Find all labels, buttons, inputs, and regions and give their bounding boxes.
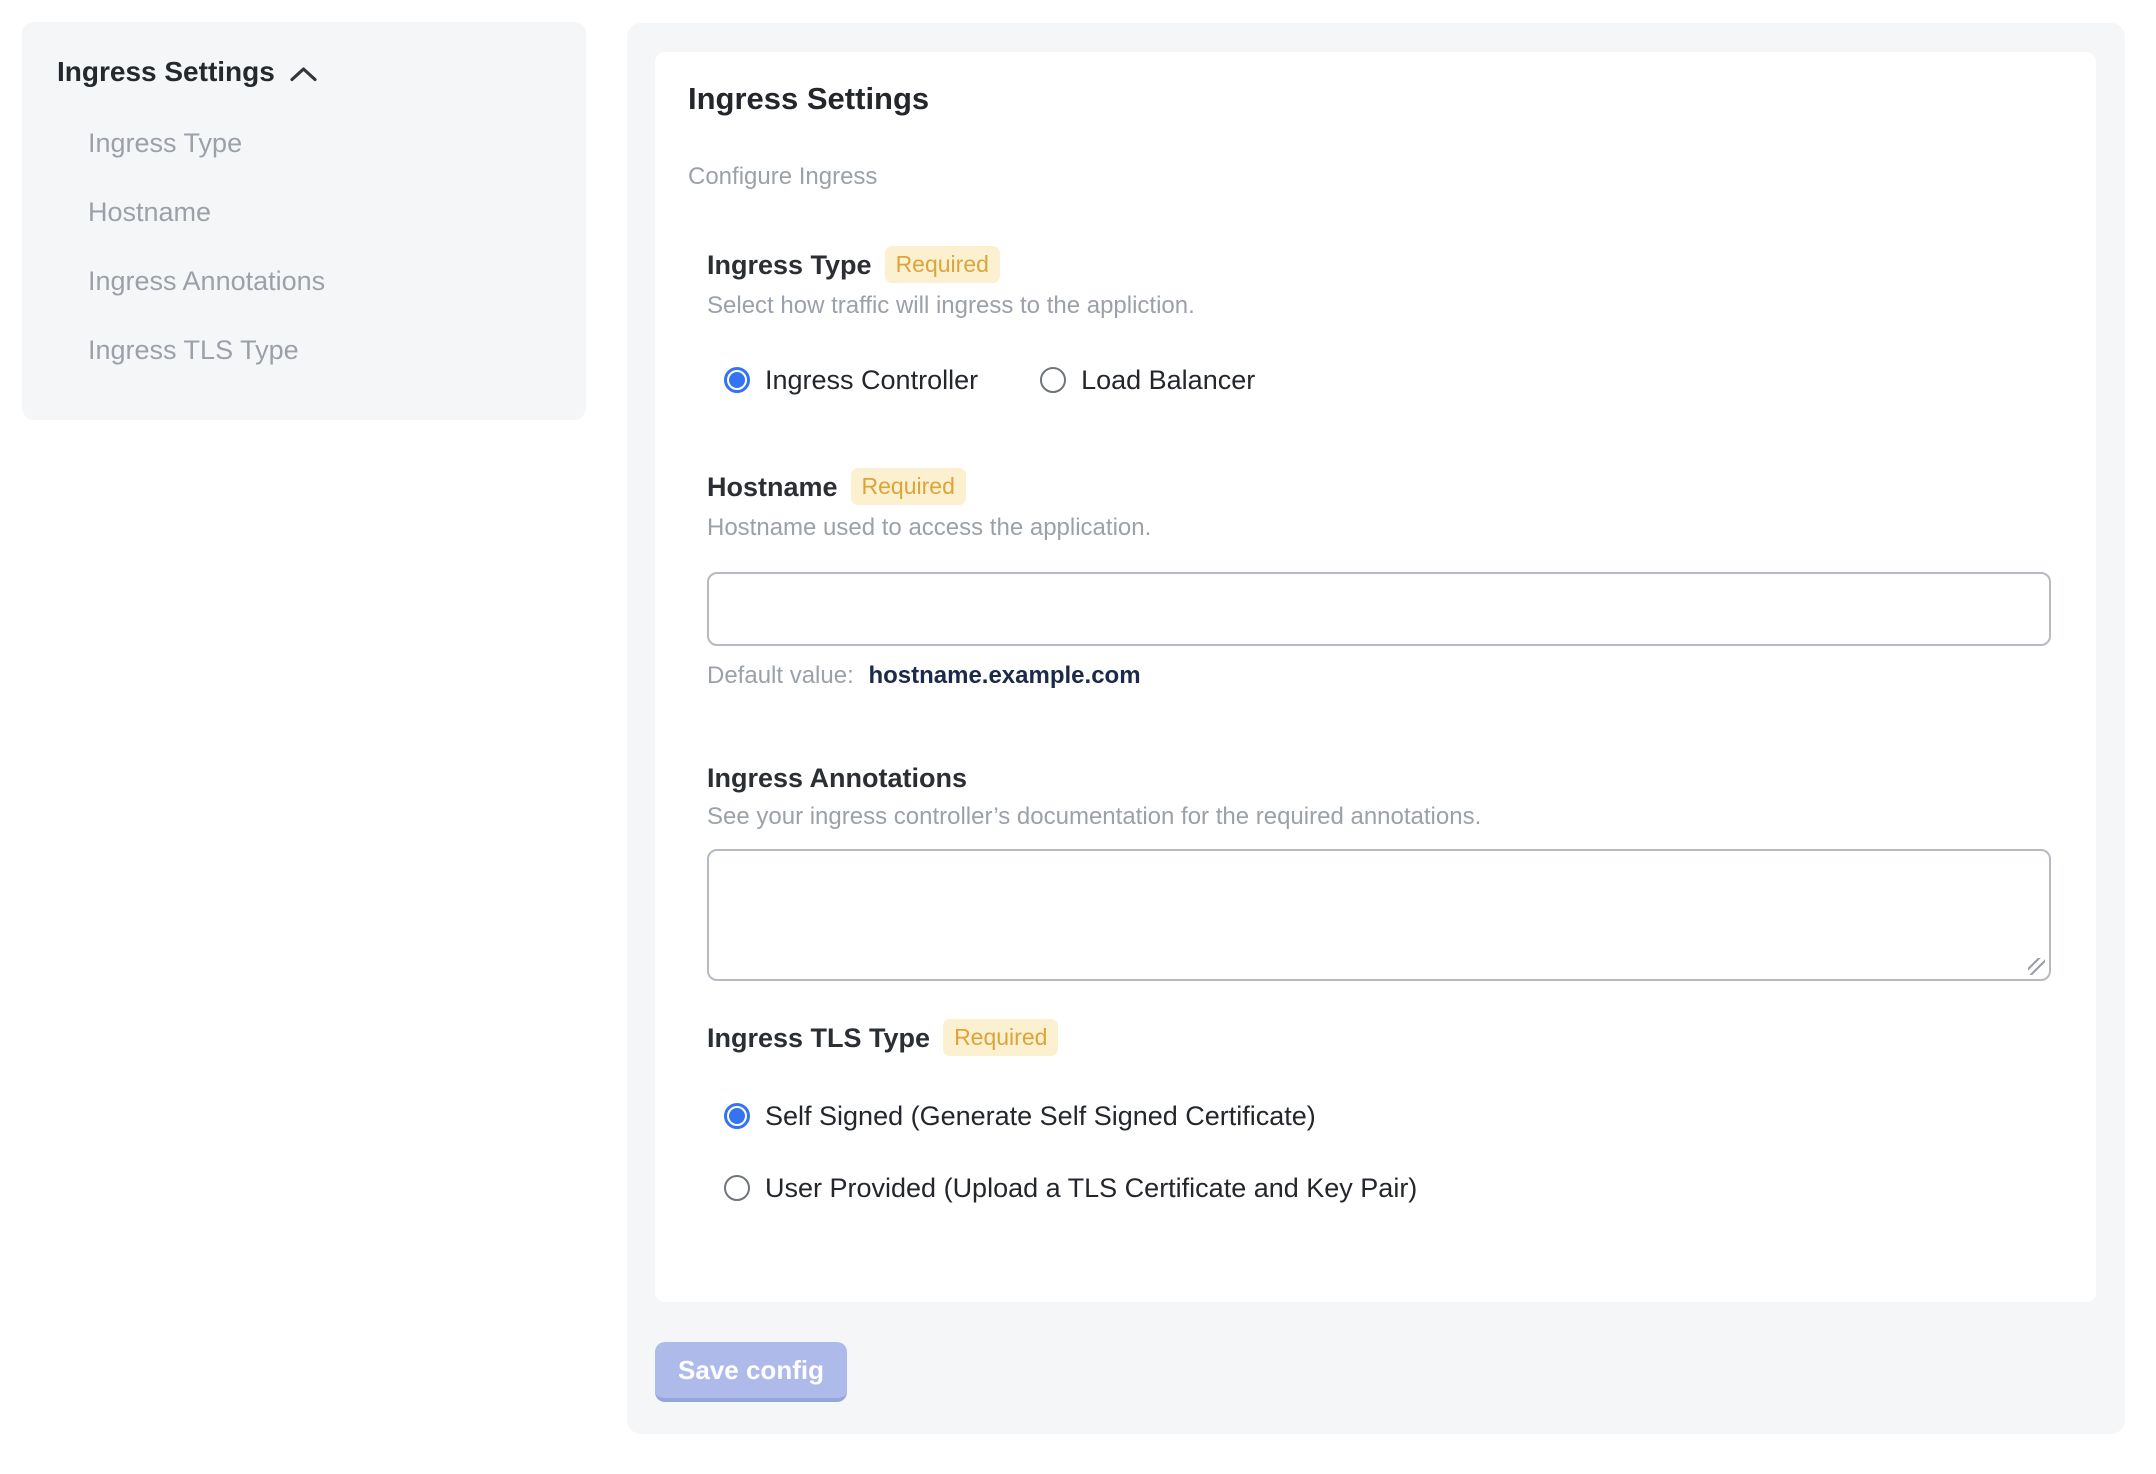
resize-grip-icon[interactable] [2028, 958, 2045, 975]
ingress-type-description: Select how traffic will ingress to the a… [707, 292, 1195, 319]
radio-button-icon[interactable] [724, 1175, 750, 1201]
hostname-label: Hostname [707, 471, 838, 502]
section-hostname: Hostname Required Hostname used to acces… [707, 468, 2056, 690]
required-badge: Required [943, 1019, 1059, 1056]
ingress-type-label: Ingress Type [707, 249, 872, 280]
sidebar-item-ingress-tls-type[interactable]: Ingress TLS Type [88, 335, 562, 365]
hostname-input[interactable] [707, 572, 2051, 646]
radio-button-icon[interactable] [724, 1103, 750, 1129]
radio-load-balancer[interactable]: Load Balancer [1040, 364, 1255, 396]
hostname-description: Hostname used to access the application. [707, 514, 1152, 541]
page-subtitle: Configure Ingress [688, 163, 878, 190]
radio-label: Ingress Controller [765, 365, 979, 395]
sidebar-item-list: Ingress Type Hostname Ingress Annotation… [88, 128, 562, 365]
settings-sidebar: Ingress Settings Ingress Type Hostname I… [22, 22, 586, 420]
ingress-tls-type-label: Ingress TLS Type [707, 1022, 931, 1053]
sidebar-section-toggle[interactable]: Ingress Settings [57, 56, 562, 88]
ingress-annotations-description: See your ingress controller’s documentat… [707, 803, 1482, 830]
ingress-tls-radio-group: Self Signed (Generate Self Signed Certif… [724, 1100, 2056, 1204]
section-ingress-annotations: Ingress Annotations See your ingress con… [707, 762, 2056, 981]
ingress-annotations-label: Ingress Annotations [707, 763, 968, 793]
sidebar-item-ingress-type[interactable]: Ingress Type [88, 128, 562, 158]
default-value-label: Default value: [707, 662, 854, 689]
required-badge: Required [850, 468, 966, 505]
sidebar-item-ingress-annotations[interactable]: Ingress Annotations [88, 266, 562, 296]
save-config-button[interactable]: Save config [655, 1342, 847, 1402]
radio-button-icon[interactable] [724, 367, 750, 393]
default-value-text: hostname.example.com [868, 662, 1141, 689]
hostname-default-line: Default value: hostname.example.com [707, 662, 2056, 690]
radio-label: Load Balancer [1081, 365, 1256, 395]
sidebar-section-title: Ingress Settings [57, 56, 275, 87]
sidebar-item-hostname[interactable]: Hostname [88, 197, 562, 227]
radio-self-signed[interactable]: Self Signed (Generate Self Signed Certif… [724, 1100, 2056, 1132]
section-ingress-tls-type: Ingress TLS Type Required Self Signed (G… [707, 1019, 2056, 1204]
radio-label: Self Signed (Generate Self Signed Certif… [765, 1101, 1316, 1131]
radio-button-icon[interactable] [1040, 367, 1067, 393]
ingress-annotations-textarea[interactable] [707, 849, 2051, 981]
ingress-settings-panel: Ingress Settings Configure Ingress Ingre… [627, 23, 2125, 1434]
page-title: Ingress Settings [688, 81, 930, 116]
chevron-up-icon [290, 66, 317, 82]
radio-ingress-controller[interactable]: Ingress Controller [724, 364, 978, 396]
radio-label: User Provided (Upload a TLS Certificate … [765, 1173, 1418, 1203]
ingress-type-radio-group: Ingress Controller Load Balancer [724, 364, 2056, 396]
required-badge: Required [884, 246, 1000, 283]
ingress-annotations-field [707, 849, 2051, 981]
section-ingress-type: Ingress Type Required Select how traffic… [707, 246, 2056, 396]
radio-user-provided[interactable]: User Provided (Upload a TLS Certificate … [724, 1172, 2056, 1204]
ingress-settings-card: Ingress Settings Configure Ingress Ingre… [655, 52, 2096, 1302]
